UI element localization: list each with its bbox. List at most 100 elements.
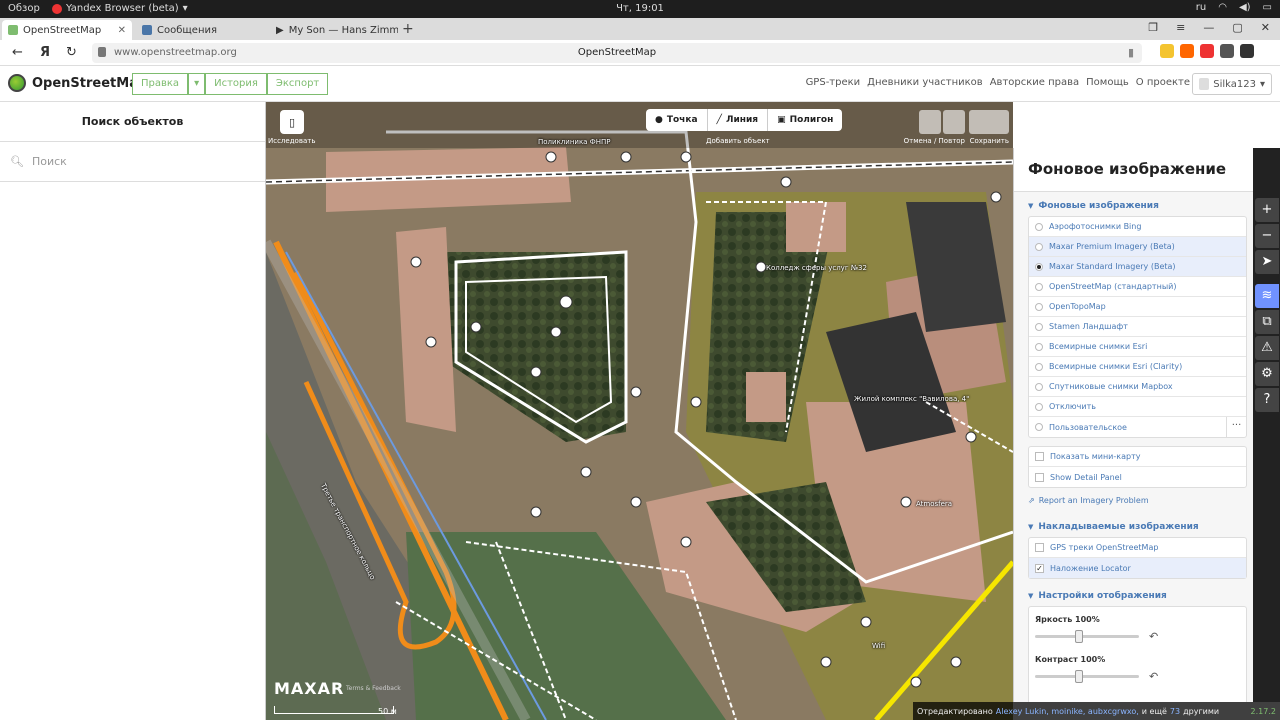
display-section-toggle[interactable]: ▼ Настройки отображения <box>1014 579 1253 606</box>
background-layer-item[interactable]: Maxar Standard Imagery (Beta) <box>1029 257 1246 277</box>
reload-icon[interactable]: ↻ <box>66 45 77 60</box>
link-copyright[interactable]: Авторские права <box>990 77 1079 88</box>
close-icon[interactable]: ✕ <box>118 25 126 36</box>
reset-icon[interactable]: ↶ <box>1149 630 1158 643</box>
edit-dropdown-button[interactable]: ▾ <box>188 73 206 95</box>
bookmark-icon[interactable]: ▮ <box>1128 46 1134 59</box>
scale-bar[interactable] <box>274 706 394 714</box>
link-help[interactable]: Помощь <box>1086 77 1129 88</box>
link-diaries[interactable]: Дневники участников <box>867 77 983 88</box>
version-label[interactable]: 2.17.2 <box>1251 707 1276 716</box>
history-button[interactable]: История <box>205 73 267 95</box>
checkbox[interactable] <box>1035 543 1044 552</box>
download-icon[interactable] <box>1240 44 1254 58</box>
checkbox[interactable]: ✓ <box>1035 563 1044 573</box>
edit-button[interactable]: Правка <box>132 73 189 95</box>
radio-button[interactable] <box>1035 302 1043 311</box>
radio-button[interactable] <box>1035 342 1043 351</box>
messages-icon[interactable] <box>1220 44 1234 58</box>
add-line-button[interactable]: ╱ Линия <box>708 109 769 131</box>
user-menu-button[interactable]: Silka123 ▾ <box>1192 73 1272 95</box>
sidebar-toggle-button[interactable]: ▯ <box>280 110 304 134</box>
slider-thumb[interactable] <box>1075 630 1083 643</box>
translate-icon[interactable] <box>1160 44 1174 58</box>
brightness-slider[interactable] <box>1035 630 1139 643</box>
detail-panel-toggle[interactable]: Show Detail Panel <box>1029 467 1246 487</box>
contributors-link[interactable]: Alexey Lukin, moinike, aubxcgrwxo, <box>996 707 1139 716</box>
export-button[interactable]: Экспорт <box>266 73 329 95</box>
contrast-slider[interactable] <box>1035 670 1139 683</box>
new-tab-button[interactable]: + <box>402 21 414 37</box>
checkbox[interactable] <box>1035 472 1044 482</box>
avatar <box>1199 78 1210 90</box>
preferences-button[interactable]: ⚙ <box>1255 362 1279 386</box>
background-layer-item[interactable]: Stamen Ландшафт <box>1029 317 1246 337</box>
overlay-layer-item[interactable]: ✓ Наложение Locator <box>1029 558 1246 578</box>
overlay-section-toggle[interactable]: ▼ Накладываемые изображения <box>1014 513 1253 537</box>
back-icon[interactable]: ← <box>12 45 23 60</box>
osm-logo[interactable]: OpenStreetMap <box>8 74 147 92</box>
radio-button[interactable] <box>1035 242 1043 251</box>
background-layer-item[interactable]: Отключить <box>1029 397 1246 417</box>
link-about[interactable]: О проекте <box>1136 77 1190 88</box>
add-point-button[interactable]: ● Точка <box>646 109 708 131</box>
radio-button[interactable] <box>1035 222 1043 231</box>
slider-thumb[interactable] <box>1075 670 1083 683</box>
zoom-out-button[interactable]: − <box>1255 224 1279 248</box>
radio-button[interactable] <box>1035 282 1043 291</box>
radio-button[interactable] <box>1035 382 1043 391</box>
yandex-home-icon[interactable]: Я <box>40 45 50 60</box>
add-area-button[interactable]: ▣ Полигон <box>768 109 842 131</box>
more-options-button[interactable]: ··· <box>1226 417 1246 437</box>
background-layers-button[interactable]: ≋ <box>1255 284 1279 308</box>
tab-openstreetmap[interactable]: OpenStreetMap ✕ <box>2 20 132 40</box>
background-layer-item[interactable]: Аэрофотоснимки Bing <box>1029 217 1246 237</box>
zoom-in-button[interactable]: + <box>1255 198 1279 222</box>
link-gps-traces[interactable]: GPS-треки <box>806 77 861 88</box>
geolocate-button[interactable]: ➤ <box>1255 250 1279 274</box>
redo-button[interactable] <box>943 110 965 134</box>
minimize-icon[interactable]: — <box>1203 21 1214 34</box>
search-input[interactable]: 🔍︎ Поиск <box>0 142 265 182</box>
map-canvas[interactable]: ▯ Исследовать ● Точка ╱ Линия ▣ Полигон … <box>266 102 1013 720</box>
close-window-icon[interactable]: ✕ <box>1261 21 1270 34</box>
issues-button[interactable]: ⚠ <box>1255 336 1279 360</box>
background-layer-item[interactable]: OpenStreetMap (стандартный) <box>1029 277 1246 297</box>
background-layer-item[interactable]: Всемирные снимки Esri (Clarity) <box>1029 357 1246 377</box>
layer-label: Спутниковые снимки Mapbox <box>1049 382 1173 391</box>
extension-icon[interactable] <box>1180 44 1194 58</box>
background-section-toggle[interactable]: ▼ Фоновые изображения <box>1014 192 1253 216</box>
reset-icon[interactable]: ↶ <box>1149 670 1158 683</box>
radio-button[interactable] <box>1035 423 1043 431</box>
map-data-button[interactable]: ⧉ <box>1255 310 1279 334</box>
radio-button[interactable] <box>1035 362 1043 371</box>
minimap-toggle[interactable]: Показать мини-карту <box>1029 447 1246 467</box>
tab-music[interactable]: ▶ My Son — Hans Zimm ◀) <box>270 20 398 40</box>
others-count-link[interactable]: 73 <box>1170 707 1180 716</box>
help-button[interactable]: ? <box>1255 388 1279 412</box>
bookmarks-icon[interactable]: ❐ <box>1148 21 1158 34</box>
mail-icon[interactable] <box>1200 44 1214 58</box>
background-layer-item[interactable]: Спутниковые снимки Mapbox <box>1029 377 1246 397</box>
maximize-icon[interactable]: ▢ <box>1232 21 1242 34</box>
background-layer-item[interactable]: Maxar Premium Imagery (Beta) <box>1029 237 1246 257</box>
tab-messages[interactable]: Сообщения <box>136 20 266 40</box>
terms-link[interactable]: Terms & Feedback <box>346 685 401 692</box>
background-layer-item[interactable]: Всемирные снимки Esri <box>1029 337 1246 357</box>
report-imagery-link[interactable]: ⇗ Report an Imagery Problem <box>1014 488 1253 513</box>
url-field[interactable]: www.openstreetmap.org OpenStreetMap ▮ <box>92 43 1142 63</box>
undo-button[interactable] <box>919 110 941 134</box>
radio-button[interactable] <box>1035 262 1043 271</box>
background-layer-item[interactable]: Пользовательское ··· <box>1029 417 1246 437</box>
brightness-value: 100% <box>1075 615 1100 624</box>
menu-icon[interactable]: ≡ <box>1176 21 1185 34</box>
save-button[interactable] <box>969 110 1009 134</box>
radio-button[interactable] <box>1035 402 1043 411</box>
overlay-layer-item[interactable]: GPS треки OpenStreetMap <box>1029 538 1246 558</box>
radio-button[interactable] <box>1035 322 1043 331</box>
checkbox[interactable] <box>1035 452 1044 461</box>
clock[interactable]: Чт, 19:01 <box>0 3 1280 14</box>
lang-indicator[interactable]: ru <box>1196 2 1206 13</box>
background-layer-item[interactable]: OpenTopoMap <box>1029 297 1246 317</box>
system-tray[interactable]: ru ◠ ◀) ▭ <box>1196 2 1272 13</box>
